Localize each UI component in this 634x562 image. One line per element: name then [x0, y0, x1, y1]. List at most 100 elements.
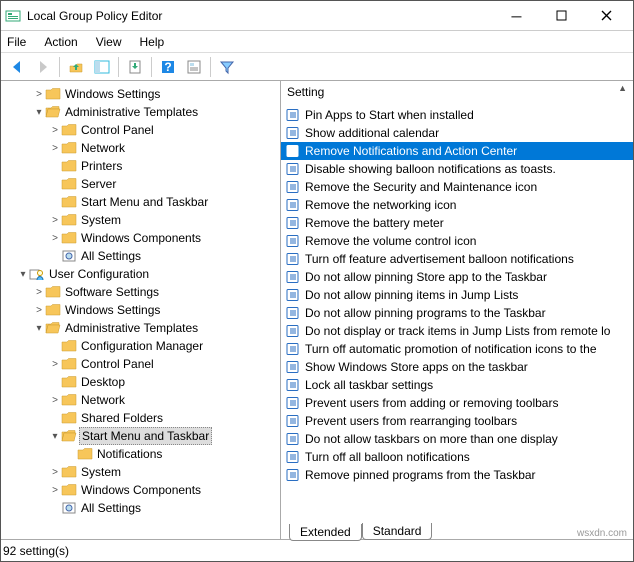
setting-item[interactable]: Turn off automatic promotion of notifica…	[281, 340, 633, 358]
toolbar: ?	[1, 53, 633, 81]
expand-icon[interactable]: ˃	[49, 233, 61, 244]
expand-icon[interactable]: ˃	[33, 305, 45, 316]
column-header[interactable]: Setting	[281, 81, 633, 104]
filter-button[interactable]	[215, 55, 239, 79]
tree-item[interactable]: ▾Administrative Templates	[1, 103, 280, 121]
menu-file[interactable]: File	[7, 35, 26, 49]
tree-item[interactable]: ˃Windows Settings	[1, 85, 280, 103]
setting-item[interactable]: Show Windows Store apps on the taskbar	[281, 358, 633, 376]
setting-item[interactable]: Remove pinned programs from the Taskbar	[281, 466, 633, 484]
tree-item[interactable]: ▾Administrative Templates	[1, 319, 280, 337]
tab-standard[interactable]: Standard	[362, 523, 433, 540]
policy-icon	[285, 234, 301, 248]
setting-item[interactable]: Remove Notifications and Action Center	[281, 142, 633, 160]
up-button[interactable]	[64, 55, 88, 79]
expand-icon[interactable]: ˃	[49, 215, 61, 226]
folder-icon	[61, 483, 77, 497]
folder-icon	[45, 303, 61, 317]
tree-item[interactable]: ˃Software Settings	[1, 283, 280, 301]
tree-item[interactable]: Printers	[1, 157, 280, 175]
policy-icon	[285, 252, 301, 266]
tree-item[interactable]: ˃Control Panel	[1, 121, 280, 139]
tree-item[interactable]: ˃Windows Settings	[1, 301, 280, 319]
properties-button[interactable]	[182, 55, 206, 79]
expand-icon[interactable]: ˃	[49, 125, 61, 136]
setting-item[interactable]: Show additional calendar	[281, 124, 633, 142]
tree-item[interactable]: Server	[1, 175, 280, 193]
expand-icon[interactable]: ˃	[49, 395, 61, 406]
view-tabs: Extended Standard	[289, 524, 432, 541]
setting-item[interactable]: Prevent users from adding or removing to…	[281, 394, 633, 412]
settings-pane[interactable]: Setting Pin Apps to Start when installed…	[281, 81, 633, 539]
menu-view[interactable]: View	[96, 35, 122, 49]
setting-item[interactable]: Turn off feature advertisement balloon n…	[281, 250, 633, 268]
tree-item[interactable]: ˃Control Panel	[1, 355, 280, 373]
menubar: File Action View Help	[1, 31, 633, 53]
setting-item[interactable]: Do not allow pinning Store app to the Ta…	[281, 268, 633, 286]
menu-help[interactable]: Help	[140, 35, 165, 49]
menu-action[interactable]: Action	[44, 35, 77, 49]
tree-item[interactable]: ▾Start Menu and Taskbar	[1, 427, 280, 445]
user-config-icon	[29, 267, 45, 281]
tree-item[interactable]: All Settings	[1, 499, 280, 517]
tree-item[interactable]: ˃Windows Components	[1, 229, 280, 247]
tree-item-label: Shared Folders	[79, 410, 165, 426]
policy-icon	[285, 414, 301, 428]
setting-item[interactable]: Turn off all balloon notifications	[281, 448, 633, 466]
tree-item[interactable]: ˃Network	[1, 139, 280, 157]
setting-item[interactable]: Lock all taskbar settings	[281, 376, 633, 394]
show-hide-tree-button[interactable]	[90, 55, 114, 79]
tab-extended[interactable]: Extended	[289, 524, 362, 541]
tree-item[interactable]: Shared Folders	[1, 409, 280, 427]
expand-icon[interactable]: ˃	[49, 467, 61, 478]
maximize-button[interactable]	[539, 2, 584, 30]
setting-item[interactable]: Do not allow pinning items in Jump Lists	[281, 286, 633, 304]
tree-item-label: All Settings	[79, 500, 143, 516]
tree-item[interactable]: ˃System	[1, 463, 280, 481]
expand-icon[interactable]: ˃	[49, 143, 61, 154]
setting-item[interactable]: Remove the networking icon	[281, 196, 633, 214]
forward-button[interactable]	[31, 55, 55, 79]
tree-item[interactable]: ▾User Configuration	[1, 265, 280, 283]
tree-item-label: Windows Components	[79, 482, 203, 498]
folder-icon	[61, 375, 77, 389]
expand-icon[interactable]: ▾	[49, 431, 61, 442]
setting-item[interactable]: Do not allow taskbars on more than one d…	[281, 430, 633, 448]
setting-item[interactable]: Prevent users from rearranging toolbars	[281, 412, 633, 430]
folder-icon	[45, 285, 61, 299]
tree-item[interactable]: Notifications	[1, 445, 280, 463]
expand-icon[interactable]: ˃	[33, 287, 45, 298]
tree-item[interactable]: ˃System	[1, 211, 280, 229]
setting-label: Do not display or track items in Jump Li…	[305, 324, 610, 338]
setting-item[interactable]: Pin Apps to Start when installed	[281, 106, 633, 124]
statusbar: 92 setting(s)	[1, 539, 633, 561]
expand-icon[interactable]: ▾	[17, 269, 29, 280]
setting-item[interactable]: Remove the battery meter	[281, 214, 633, 232]
tree-item[interactable]: All Settings	[1, 247, 280, 265]
policy-icon	[285, 306, 301, 320]
tree-pane[interactable]: ˃Windows Settings▾Administrative Templat…	[1, 81, 281, 539]
tree-item[interactable]: Desktop	[1, 373, 280, 391]
tree-item[interactable]: Start Menu and Taskbar	[1, 193, 280, 211]
expand-icon[interactable]: ˃	[49, 359, 61, 370]
setting-item[interactable]: Do not display or track items in Jump Li…	[281, 322, 633, 340]
setting-label: Do not allow taskbars on more than one d…	[305, 432, 558, 446]
tree-item[interactable]: Configuration Manager	[1, 337, 280, 355]
folder-icon	[61, 159, 77, 173]
setting-item[interactable]: Remove the Security and Maintenance icon	[281, 178, 633, 196]
setting-item[interactable]: Do not allow pinning programs to the Tas…	[281, 304, 633, 322]
setting-item[interactable]: Disable showing balloon notifications as…	[281, 160, 633, 178]
tree-item[interactable]: ˃ Windows Components	[1, 481, 280, 499]
minimize-button[interactable]: ─	[494, 2, 539, 30]
expand-icon[interactable]: ˃	[33, 89, 45, 100]
export-button[interactable]	[123, 55, 147, 79]
expand-icon[interactable]: ▾	[33, 107, 45, 118]
help-button[interactable]: ?	[156, 55, 180, 79]
expand-icon[interactable]: ˃	[49, 485, 61, 496]
tree-item[interactable]: ˃Network	[1, 391, 280, 409]
expand-icon[interactable]: ▾	[33, 323, 45, 334]
back-button[interactable]	[5, 55, 29, 79]
setting-label: Remove pinned programs from the Taskbar	[305, 468, 536, 482]
close-button[interactable]	[584, 2, 629, 30]
setting-item[interactable]: Remove the volume control icon	[281, 232, 633, 250]
